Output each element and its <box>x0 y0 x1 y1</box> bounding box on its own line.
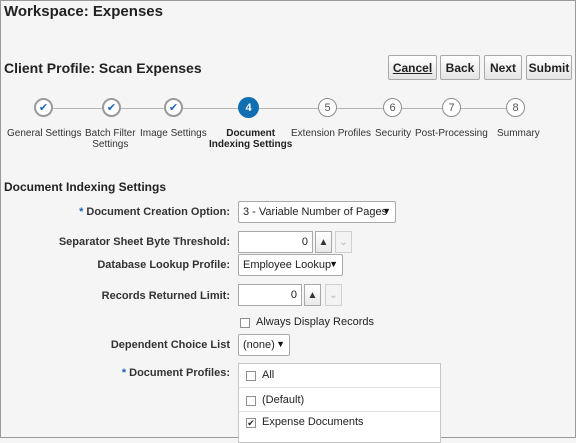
back-button-label: Back <box>445 60 475 75</box>
document-creation-option-select[interactable]: 3 - Variable Number of Pages ▼ <box>238 201 396 223</box>
always-display-records-label: Always Display Records <box>256 316 374 328</box>
records-limit-input[interactable]: 0 <box>238 284 302 306</box>
train-step-7: 7 <box>442 98 461 117</box>
section-title: Document Indexing Settings <box>4 180 167 194</box>
checkmark-icon: ✔ <box>38 102 49 114</box>
required-marker: * <box>121 367 127 379</box>
separator-threshold-input[interactable]: 0 <box>238 231 313 253</box>
profile-all-checkbox[interactable] <box>246 371 256 381</box>
train-step-3-complete-icon[interactable]: ✔ <box>164 98 183 117</box>
train-step-label: Post-Processing <box>415 128 488 139</box>
train-step-2-complete-icon[interactable]: ✔ <box>102 98 121 117</box>
dependent-choice-value: (none) <box>243 339 275 351</box>
submit-button[interactable]: Submit <box>526 55 572 80</box>
document-profiles-label: * Document Profiles: <box>122 367 230 379</box>
checkmark-icon: ✔ <box>106 102 117 114</box>
cancel-button[interactable]: Cancel <box>388 55 437 80</box>
workspace-title: Workspace: Expenses <box>4 3 163 20</box>
profile-default-checkbox[interactable] <box>246 396 256 406</box>
db-lookup-profile-label: Database Lookup Profile: <box>97 259 230 271</box>
document-profiles-list[interactable]: All (Default) ✔ Expense Documents <box>238 363 441 443</box>
separator-threshold-label: Separator Sheet Byte Threshold: <box>58 236 230 248</box>
profile-expense-documents-checkbox[interactable]: ✔ <box>246 418 256 428</box>
train-step-6: 6 <box>383 98 402 117</box>
cancel-button-label: Cancel <box>392 60 433 75</box>
separator-threshold-decrement-icon: ⌄ <box>335 231 352 253</box>
next-button-label: Next <box>489 60 516 75</box>
train-step-4-current: 4 <box>238 97 259 118</box>
next-button[interactable]: Next <box>484 55 522 80</box>
dropdown-arrow-icon: ▼ <box>382 206 391 216</box>
train-step-label[interactable]: General Settings <box>7 128 82 139</box>
submit-button-label: Submit <box>528 60 570 75</box>
records-limit-label: Records Returned Limit: <box>101 290 230 302</box>
db-lookup-profile-select[interactable]: Employee Lookup ▼ <box>238 254 343 276</box>
train-step-1-complete-icon[interactable]: ✔ <box>34 98 53 117</box>
train-step-8: 8 <box>506 98 525 117</box>
document-profiles-label-text: Document Profiles: <box>129 367 230 379</box>
list-divider <box>239 411 440 412</box>
train-step-label: Extension Profiles <box>291 128 372 139</box>
train-step-label[interactable]: Batch Filter Settings <box>85 128 136 150</box>
separator-threshold-increment-icon[interactable]: ▲ <box>315 231 332 253</box>
checkmark-icon: ✔ <box>168 102 179 114</box>
records-limit-decrement-icon: ⌄ <box>325 284 342 306</box>
document-creation-option-value: 3 - Variable Number of Pages <box>243 206 388 218</box>
dropdown-arrow-icon: ▼ <box>276 339 285 349</box>
db-lookup-profile-value: Employee Lookup <box>243 259 332 271</box>
dropdown-arrow-icon: ▼ <box>329 259 338 269</box>
always-display-records-checkbox[interactable] <box>240 318 250 328</box>
dependent-choice-select[interactable]: (none) ▼ <box>238 334 290 356</box>
train-step-label: Summary <box>497 128 540 139</box>
page-title: Client Profile: Scan Expenses <box>4 60 202 76</box>
profile-all-label: All <box>262 369 275 381</box>
train-step-label-current: Document Indexing Settings <box>209 128 293 150</box>
profile-expense-documents-label: Expense Documents <box>262 416 364 428</box>
train-step-label[interactable]: Image Settings <box>140 128 207 139</box>
list-divider <box>239 387 440 388</box>
required-marker: * <box>79 206 84 218</box>
train-step-5: 5 <box>318 98 337 117</box>
train-step-label: Security <box>375 128 412 139</box>
document-creation-option-label-text: Document Creation Option: <box>86 206 230 218</box>
checkmark-icon: ✔ <box>247 418 255 428</box>
dependent-choice-label: Dependent Choice List <box>110 339 230 351</box>
back-button[interactable]: Back <box>440 55 480 80</box>
records-limit-increment-icon[interactable]: ▲ <box>304 284 321 306</box>
document-creation-option-label: * Document Creation Option: <box>79 206 230 218</box>
profile-default-label: (Default) <box>262 394 305 406</box>
